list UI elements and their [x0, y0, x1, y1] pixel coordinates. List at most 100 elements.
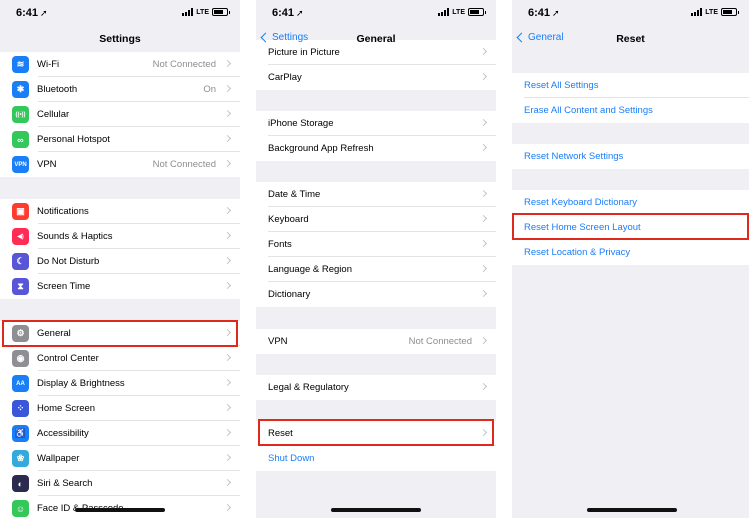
general-item-label: Dictionary	[268, 289, 311, 300]
cellular-icon: ((•))	[12, 106, 29, 123]
chevron-right-icon	[223, 159, 232, 168]
hourglass-icon: ⧗	[12, 278, 29, 295]
page-title: Reset	[616, 33, 645, 45]
nav-bar-overlay: Settings General	[256, 24, 496, 52]
signal-icon	[182, 8, 194, 16]
settings-item-value: Not Connected	[152, 159, 216, 170]
settings-item-display[interactable]: AA Display & Brightness	[0, 371, 240, 396]
settings-item-sounds[interactable]: ◀) Sounds & Haptics	[0, 224, 240, 249]
status-bar: 6:41 ➚ LTE	[512, 0, 749, 24]
settings-item-label: Wallpaper	[37, 453, 80, 464]
settings-item-label: Control Center	[37, 353, 99, 364]
settings-item-wifi[interactable]: ≋ Wi-Fi Not Connected	[0, 52, 240, 77]
settings-item-notifications[interactable]: ▣ Notifications	[0, 199, 240, 224]
wifi-icon: ≋	[12, 56, 29, 73]
chevron-right-icon	[479, 289, 488, 298]
general-item-background-app-refresh[interactable]: Background App Refresh	[256, 136, 496, 161]
general-item-language-region[interactable]: Language & Region	[256, 257, 496, 282]
settings-item-personal-hotspot[interactable]: ∞ Personal Hotspot	[0, 127, 240, 152]
battery-icon	[212, 8, 230, 16]
reset-keyboard-dictionary-button[interactable]: Reset Keyboard Dictionary	[512, 190, 749, 215]
reset-all-settings-button[interactable]: Reset All Settings	[512, 73, 749, 98]
settings-item-screen-time[interactable]: ⧗ Screen Time	[0, 274, 240, 299]
network-type: LTE	[452, 8, 465, 16]
general-item-label: Keyboard	[268, 214, 309, 225]
wallpaper-icon: ❀	[12, 450, 29, 467]
general-item-vpn[interactable]: VPN Not Connected	[256, 329, 496, 354]
network-type: LTE	[705, 8, 718, 16]
general-item-label: Date & Time	[268, 189, 321, 200]
settings-item-home-screen[interactable]: ⁘ Home Screen	[0, 396, 240, 421]
chevron-right-icon	[223, 503, 232, 512]
settings-item-do-not-disturb[interactable]: ☾ Do Not Disturb	[0, 249, 240, 274]
settings-item-label: Siri & Search	[37, 478, 93, 489]
faceid-icon: ☺	[12, 500, 29, 517]
general-item-keyboard[interactable]: Keyboard	[256, 207, 496, 232]
display-icon: AA	[12, 375, 29, 392]
general-item-iphone-storage[interactable]: iPhone Storage	[256, 111, 496, 136]
reset-item-label: Reset Keyboard Dictionary	[524, 197, 637, 208]
settings-item-label: Do Not Disturb	[37, 256, 100, 267]
status-bar: 6:41 ➚ LTE	[0, 0, 240, 24]
location-icon: ➚	[296, 8, 304, 18]
settings-item-control-center[interactable]: ◉ Control Center	[0, 346, 240, 371]
highlight-general	[2, 320, 238, 347]
chevron-right-icon	[479, 264, 488, 273]
settings-item-label: Wi-Fi	[37, 59, 60, 70]
settings-item-accessibility[interactable]: ♿ Accessibility	[0, 421, 240, 446]
general-item-label: Legal & Regulatory	[268, 382, 349, 393]
chevron-right-icon	[479, 189, 488, 198]
general-item-fonts[interactable]: Fonts	[256, 232, 496, 257]
chevron-right-icon	[223, 231, 232, 240]
chevron-right-icon	[479, 239, 488, 248]
settings-item-label: Notifications	[37, 206, 89, 217]
location-icon: ➚	[552, 8, 560, 18]
general-item-carplay[interactable]: CarPlay	[256, 65, 496, 90]
hotspot-icon: ∞	[12, 131, 29, 148]
nav-bar: General Reset	[512, 24, 749, 52]
general-item-label: CarPlay	[268, 72, 302, 83]
chevron-right-icon	[223, 84, 232, 93]
sounds-icon: ◀)	[12, 228, 29, 245]
home-screen-icon: ⁘	[12, 400, 29, 417]
highlight-reset-home-screen	[512, 213, 749, 240]
erase-all-content-button[interactable]: Erase All Content and Settings	[512, 98, 749, 123]
general-item-legal[interactable]: Legal & Regulatory	[256, 375, 496, 400]
status-time: 6:41	[16, 7, 39, 19]
location-icon: ➚	[40, 8, 48, 18]
shut-down-button[interactable]: Shut Down	[256, 446, 496, 471]
settings-item-bluetooth[interactable]: ✱ Bluetooth On	[0, 77, 240, 102]
reset-location-privacy-button[interactable]: Reset Location & Privacy	[512, 240, 749, 265]
chevron-right-icon	[223, 403, 232, 412]
chevron-right-icon	[479, 72, 488, 81]
settings-item-cellular[interactable]: ((•)) Cellular	[0, 102, 240, 127]
home-indicator	[75, 508, 165, 512]
chevron-right-icon	[223, 353, 232, 362]
status-time: 6:41	[272, 7, 295, 19]
settings-item-wallpaper[interactable]: ❀ Wallpaper	[0, 446, 240, 471]
chevron-right-icon	[223, 478, 232, 487]
settings-item-vpn[interactable]: VPN VPN Not Connected	[0, 152, 240, 177]
network-type: LTE	[196, 8, 209, 16]
vpn-icon: VPN	[12, 156, 29, 173]
general-item-label: Fonts	[268, 239, 292, 250]
settings-item-siri[interactable]: ◐ Siri & Search	[0, 471, 240, 496]
battery-icon	[468, 8, 486, 16]
bluetooth-icon: ✱	[12, 81, 29, 98]
reset-item-label: Reset Network Settings	[524, 151, 624, 162]
settings-item-label: Sounds & Haptics	[37, 231, 113, 242]
chevron-right-icon	[223, 206, 232, 215]
battery-icon	[721, 8, 739, 16]
settings-item-label: VPN	[37, 159, 57, 170]
general-item-dictionary[interactable]: Dictionary	[256, 282, 496, 307]
home-indicator	[587, 508, 677, 512]
general-item-label: Background App Refresh	[268, 143, 374, 154]
settings-item-face-id[interactable]: ☺Face ID & Passcode	[0, 496, 240, 518]
reset-network-settings-button[interactable]: Reset Network Settings	[512, 144, 749, 169]
page-title: Settings	[99, 33, 141, 45]
general-item-label: Shut Down	[268, 453, 315, 464]
chevron-right-icon	[223, 428, 232, 437]
reset-item-label: Erase All Content and Settings	[524, 105, 653, 116]
general-item-date-time[interactable]: Date & Time	[256, 182, 496, 207]
settings-item-label: Home Screen	[37, 403, 96, 414]
